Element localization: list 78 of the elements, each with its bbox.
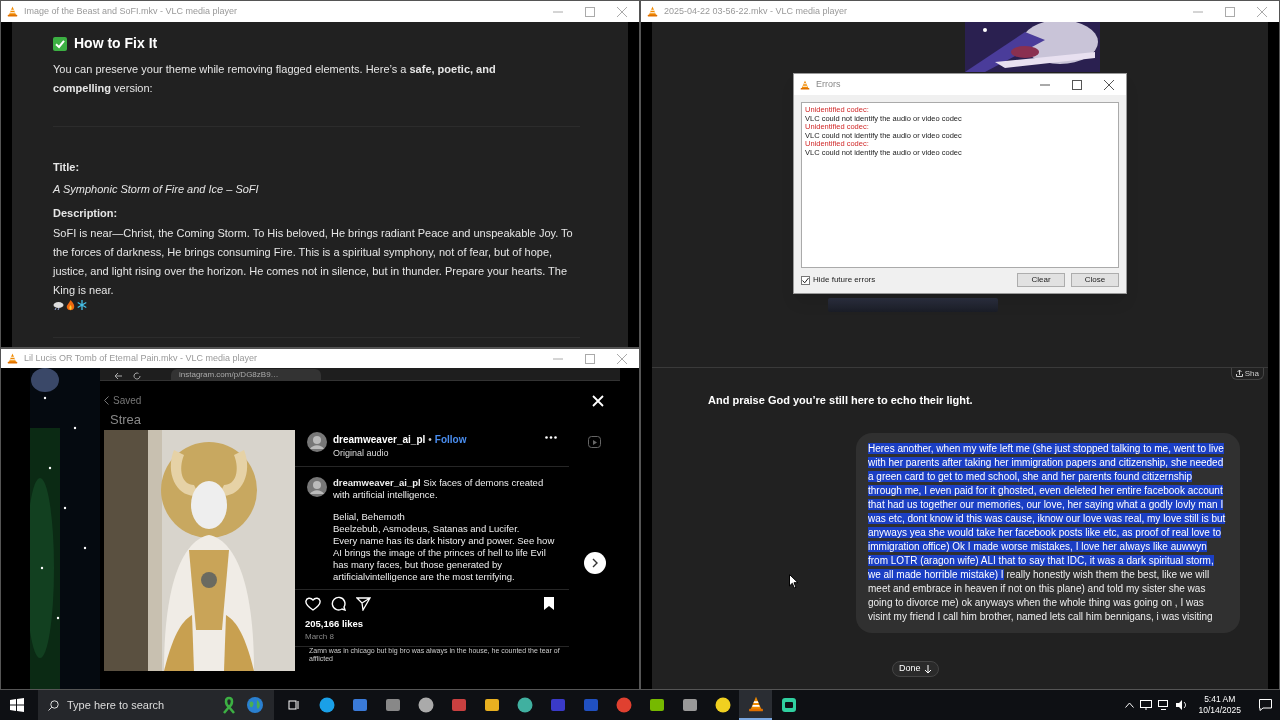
chevron-up-icon[interactable]: [1125, 702, 1135, 708]
caption-text: Beelzebub, Asmodeus, Satanas and Lucifer.: [333, 523, 521, 535]
post-date: March 8: [304, 631, 335, 644]
down-arrow-icon: [923, 664, 932, 674]
windows-icon[interactable]: [10, 698, 24, 712]
app-icon[interactable]: [516, 697, 533, 713]
ribbon-icon: [220, 696, 238, 714]
heading: How to Fix It: [74, 34, 158, 53]
cone-icon: [747, 696, 764, 712]
app-icon[interactable]: [780, 697, 797, 713]
section-title: Strea: [110, 412, 143, 428]
volume-icon[interactable]: [1176, 700, 1189, 710]
dialog-button[interactable]: Close: [1071, 273, 1119, 287]
description-label: Description:: [53, 206, 119, 221]
chevron-right-icon: [591, 558, 598, 568]
chevron-left-icon: [104, 396, 109, 405]
cone-icon: [7, 353, 18, 364]
back-icon[interactable]: [114, 372, 123, 380]
reload-icon[interactable]: [133, 372, 141, 380]
next-button[interactable]: [583, 552, 606, 574]
cloud-icon: [53, 300, 64, 310]
app-icon[interactable]: [681, 697, 698, 713]
message-text: Heres another, when my wife left me (she just stopped talking to me, went to live with her parents after taking her immigration papers and citizenship, she needed a green card to get to med school, she and her parents found citizernship through me, I even paid for it ghosted, even deleted her entire facebook account that had us together our memories, our love, her saying what a godly lovly man I was etc, dont know id this was cause, iknow our love was real, my love still is but anyways yea she would take her facebook posts like etc, as proof of real love to immigration office) Ok I made worse mistakes, I love her always like auwwyn from LOTR (aragon wife) ALI that to say that IDC, it was a dark spiritual storm, we all made horrible mistake) I really honestly wish them the best, like we will meet and embrace in heaven if not on this plane) and told my sister she was going to divorce me) ok anyways when the whole thing was going on , I was visint my friend I call him brother, named lets call him bennigans, i was visiting: [868, 441, 1227, 624]
intro-text: You can preserve your theme while removing flagged elements. Here’s a safe, poetic, and compelling version:: [53, 62, 497, 96]
caption-text: Every name has its dark history and power. See how AI brings the image of the princes of hell to life Evil has many faces, but those generated by artificialvintelligence are the most terrifying.: [333, 535, 556, 583]
notification-icon[interactable]: [1259, 699, 1272, 711]
app-icon[interactable]: [648, 697, 665, 713]
flame-icon: [66, 299, 75, 311]
share-button[interactable]: Sha: [1230, 368, 1264, 380]
app-icon[interactable]: [483, 697, 500, 713]
app-icon[interactable]: [318, 697, 335, 713]
likes-count: 205,166 likes: [304, 617, 365, 631]
clock[interactable]: 5:41 AM 10/14/2025: [1198, 694, 1241, 716]
check-icon: [53, 36, 67, 51]
checkbox[interactable]: [801, 275, 810, 285]
bookmark-icon[interactable]: [543, 596, 555, 611]
comment-icon[interactable]: [331, 596, 346, 611]
back-link[interactable]: Saved: [104, 393, 142, 408]
close-icon[interactable]: [1104, 79, 1114, 90]
window-title: 2025-04-22 03-56-22.mkv - VLC media player: [664, 4, 848, 18]
caption-text: Belial, Behemoth: [333, 511, 406, 523]
avatar: [307, 432, 327, 452]
audio-label: Original audio: [333, 447, 390, 460]
cone-icon: [7, 6, 18, 17]
address-bar[interactable]: instagram.com/p/DG8zB9…: [171, 369, 321, 380]
separator: •: [428, 433, 432, 447]
more-icon[interactable]: [545, 436, 557, 439]
description-text: SoFI is near—Christ, the Coming Storm. To His beloved, He brings radiant Peace and unspeakable Joy. To the forces of darkness, He brings consuming Fire. This is a spiritual symphony, not of fear, but of hope, justice, and light rising over the horizon. He comes not in silence, but in thunder. Prepare your hearts. The King is near.: [53, 225, 574, 298]
window-title: Image of the Beast and SoFI.mkv - VLC media player: [24, 4, 238, 18]
app-icon[interactable]: [384, 697, 401, 713]
send-icon[interactable]: [356, 596, 371, 611]
snowflake-icon: [77, 300, 87, 310]
follow-link[interactable]: Follow: [434, 432, 467, 447]
reels-icon[interactable]: [588, 436, 601, 448]
search-icon: [48, 699, 59, 711]
avatar: [307, 477, 327, 497]
app-icon[interactable]: [417, 697, 434, 713]
cursor-icon: [789, 574, 799, 589]
title-label: Title:: [53, 160, 81, 175]
window-title: Lil Lucis OR Tomb of Eternal Pain.mkv - VLC media player: [24, 351, 257, 365]
reply-text: And praise God you’re still here to echo their light.: [708, 393, 974, 408]
username: dreamweaver_ai_pl: [333, 433, 426, 447]
done-button[interactable]: Done: [892, 661, 939, 677]
heart-icon[interactable]: [305, 596, 321, 611]
title-value: A Symphonic Storm of Fire and Ice – SoFI: [53, 181, 260, 197]
maximize-icon[interactable]: [1072, 79, 1082, 90]
dialog-button[interactable]: Clear: [1017, 273, 1065, 287]
cone-icon: [647, 6, 658, 17]
checkbox-label: Hide future errors: [813, 274, 876, 286]
caption-text: dreamweaver_ai_pl Six faces of demons created with artificial intelligence.: [333, 477, 545, 501]
monitor-icon[interactable]: [1158, 700, 1171, 710]
app-icon[interactable]: [714, 697, 731, 713]
cone-icon: [800, 79, 810, 90]
globe-icon: [246, 696, 264, 714]
search-field[interactable]: Type here to search: [38, 690, 274, 720]
share-icon: [1235, 370, 1243, 377]
task-view-icon[interactable]: [288, 699, 300, 711]
dialog-title: Errors: [816, 77, 841, 91]
